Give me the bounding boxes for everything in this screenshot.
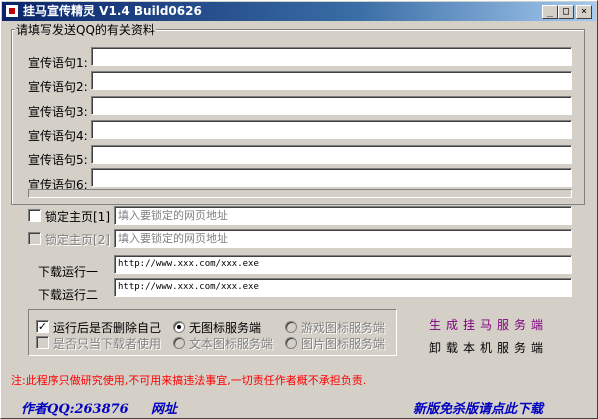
download-2-label: 下载运行二 [38,288,99,302]
homepage-1-checkbox[interactable] [28,209,41,222]
slogan-1-label: 宣传语句1: [28,56,88,70]
homepage-2-placeholder: 填入要锁定的网页地址 [118,232,228,245]
author-qq: 作者QQ:263876 [21,402,129,417]
close-button[interactable]: × [576,5,592,19]
game-icon-label[interactable]: 游戏图标服务端 [301,319,385,336]
homepage-1-placeholder: 填入要锁定的网页地址 [118,209,228,222]
slogan-2-label: 宣传语句2: [28,80,88,94]
slogan-1-input[interactable] [91,47,572,66]
disclaimer-note: 注:此程序只做研究使用,不可用来搞违法事宜,一切责任作者概不承担负责. [11,374,367,387]
window-title: 挂马宣传精灵 V1.4 Build0626 [23,4,202,18]
slogan-5-label: 宣传语句5: [28,153,88,167]
slogan-3-input[interactable] [91,96,572,115]
download-1-input[interactable]: http://www.xxx.com/xxx.exe [114,255,572,274]
generate-server-link[interactable]: 生成挂马服务端 [429,316,548,333]
homepage-1-input[interactable]: 填入要锁定的网页地址 [114,206,572,225]
slogan-5-input[interactable] [91,145,572,164]
delete-self-checkbox[interactable]: ✓ [36,320,49,333]
info-group-label: 请填写发送QQ的有关资料 [15,21,156,38]
maximize-button[interactable]: □ [558,5,574,19]
delete-self-label[interactable]: 运行后是否删除自己 [53,319,161,336]
download-2-input[interactable]: http://www.xxx.com/xxx.exe [114,278,572,297]
slogan-4-label: 宣传语句4: [28,129,88,143]
image-icon-radio[interactable] [285,337,297,349]
download-1-label: 下载运行一 [38,265,99,279]
title-bar[interactable]: 挂马宣传精灵 V1.4 Build0626 _ □ × [2,2,596,21]
text-icon-label[interactable]: 文本图标服务端 [189,335,273,352]
new-version-download-link[interactable]: 新版免杀版请点此下载 [413,398,543,417]
text-icon-radio[interactable] [173,337,185,349]
minimize-button[interactable]: _ [542,5,558,19]
only-downloader-checkbox[interactable] [36,336,49,349]
no-icon-radio[interactable] [173,321,185,333]
slogan-4-input[interactable] [91,120,572,139]
no-icon-label[interactable]: 无图标服务端 [189,319,261,336]
uninstall-server-link[interactable]: 卸载本机服务端 [429,339,548,356]
app-icon[interactable] [5,4,19,18]
progress-bar [28,189,572,198]
app-window: 挂马宣传精灵 V1.4 Build0626 _ □ × 请填写发送QQ的有关资料… [0,0,598,419]
slogan-2-input[interactable] [91,71,572,90]
image-icon-label[interactable]: 图片图标服务端 [301,335,385,352]
slogan-3-label: 宣传语句3: [28,105,88,119]
homepage-2-label[interactable]: 锁定主页[2] [45,231,110,248]
game-icon-radio[interactable] [285,321,297,333]
slogan-6-input[interactable] [91,168,572,187]
homepage-1-label[interactable]: 锁定主页[1] [45,208,110,225]
only-downloader-label[interactable]: 是否只当下载者使用 [53,335,161,352]
homepage-2-checkbox[interactable] [28,232,41,245]
homepage-2-input[interactable]: 填入要锁定的网页地址 [114,229,572,248]
website-link[interactable]: 网址 [151,398,177,417]
